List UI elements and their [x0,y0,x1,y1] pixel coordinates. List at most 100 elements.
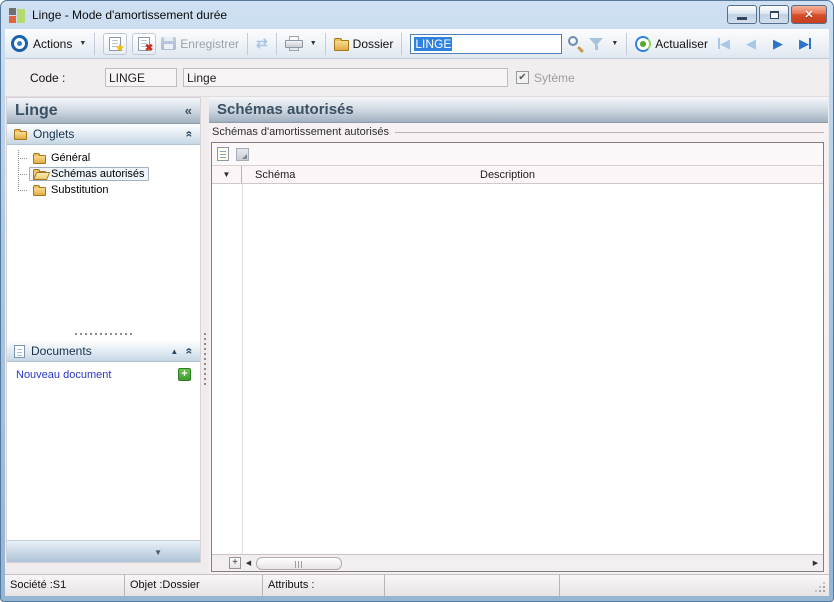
status-objet: Objet :Dossier [125,575,263,596]
status-empty-segment [560,575,829,596]
systeme-label: Sytème [534,70,575,85]
code-form-row: Code : LINGE Linge ✔ Sytème [5,59,829,97]
filter-icon[interactable] [589,37,604,50]
new-document-link[interactable]: Nouveau document [16,369,111,381]
documents-collapse-icon[interactable]: « [183,348,197,355]
new-page-star-icon: ★ [109,36,124,53]
nav-previous-button[interactable]: ◀ [740,34,762,54]
content-area: Linge « Onglets « Général Schémas autori… [5,97,829,574]
groupbox-line [394,132,824,133]
delete-item-button[interactable]: ✖ [132,32,157,55]
toolbar-separator [401,32,403,55]
scroll-right-icon[interactable]: ▶ [808,559,823,567]
actions-target-icon[interactable] [11,35,28,52]
sidebar-title-bar: Linge « [7,98,200,124]
save-button[interactable]: Enregistrer [161,37,239,51]
close-icon: ✕ [804,9,814,21]
status-societe: Société :S1 [5,575,125,596]
document-icon [14,344,25,358]
table-edit-icon[interactable] [236,147,249,161]
status-empty-segment [385,575,560,596]
filter-dropdown-icon[interactable]: ▼ [611,40,618,47]
onglets-label: Onglets [33,127,75,141]
print-button[interactable]: ▼ [284,36,317,51]
dossier-button[interactable]: Dossier [333,37,393,51]
print-dropdown-icon[interactable]: ▼ [310,40,317,47]
row-marker-icon: ▼ [222,170,231,179]
table-header-row: ▼ Schéma Description [212,165,823,184]
client-area: Actions ▼ ★ ✖ Enregistrer ⇄ ▼ Dossier LI… [5,29,829,596]
toolbar: Actions ▼ ★ ✖ Enregistrer ⇄ ▼ Dossier LI… [5,29,829,59]
row-selector-column[interactable]: ▼ [212,166,242,183]
actions-menu-button[interactable]: Actions ▼ [33,37,86,51]
vertical-splitter-grip[interactable] [204,333,207,385]
section-onglets-header[interactable]: Onglets « [7,124,200,145]
minimize-icon [737,17,747,20]
section-documents-header[interactable]: Documents ▲ « [7,341,200,362]
sidebar-title: Linge [15,101,58,119]
minimize-button[interactable] [727,5,757,24]
refresh-icon[interactable]: ⇄ [256,35,268,52]
closed-folder-icon [33,152,46,164]
titlebar[interactable]: Linge - Mode d'amortissement durée ✕ [1,1,833,28]
search-input-value: LINGE [414,36,453,51]
code-field[interactable]: LINGE [105,68,177,87]
panel-down-icon: ▼ [154,548,162,557]
main-title: Schémas autorisés [217,101,354,118]
onglets-folder-icon [14,128,27,140]
column-header-schema[interactable]: Schéma [242,169,468,181]
actions-label: Actions [33,36,73,51]
main-panel: Schémas autorisés Schémas d'amortissemen… [209,97,828,574]
close-button[interactable]: ✕ [791,5,827,24]
toolbar-separator [626,32,628,55]
new-item-button[interactable]: ★ [103,32,128,55]
refresh-data-button[interactable]: Actualiser [635,35,708,52]
save-icon [161,37,177,50]
nav-next-button[interactable]: ▶ [767,34,789,54]
tree-item-substitution[interactable]: Substitution [16,182,200,198]
search-input[interactable]: LINGE [410,33,563,54]
nav-first-button[interactable]: ◀ [713,34,735,54]
folder-icon [333,37,349,51]
open-folder-icon [33,168,46,180]
sidebar-collapse-icon[interactable]: « [185,103,192,118]
actualiser-icon [635,35,652,52]
vertical-splitter[interactable] [201,97,209,574]
add-row-button[interactable]: + [229,557,241,569]
new-document-row: Nouveau document + [7,362,200,381]
tree-item-general[interactable]: Général [16,150,200,166]
sidebar-splitter-handle[interactable] [75,332,133,335]
window-title: Linge - Mode d'amortissement durée [32,7,228,22]
table-new-row-icon[interactable] [217,147,229,161]
name-field[interactable]: Linge [183,68,508,87]
restore-button[interactable] [759,5,789,24]
table-toolbar [212,143,823,165]
scrollbar-thumb[interactable] [256,556,342,570]
scroll-left-icon[interactable]: ◀ [241,559,256,567]
documents-collapse-arrow-icon[interactable]: ▲ [170,347,178,356]
nav-last-button[interactable]: ▶ [794,34,816,54]
sidebar-bottom-bar[interactable]: ▼ [7,540,200,562]
restore-icon [769,10,779,19]
search-icon[interactable] [567,35,585,54]
onglets-collapse-icon[interactable]: « [183,131,197,138]
code-label: Code : [30,70,66,85]
nav-last-icon: ▶ [798,35,809,51]
delete-page-x-icon: ✖ [138,36,153,53]
tree-item-schemas-autorises[interactable]: Schémas autorisés [16,166,200,182]
table-body[interactable] [212,184,823,554]
main-title-bar: Schémas autorisés [209,97,828,123]
toolbar-separator [324,32,326,55]
toolbar-separator [94,32,96,55]
systeme-checkbox[interactable]: ✔ [516,71,529,84]
resize-grip[interactable] [823,590,825,592]
actualiser-label: Actualiser [655,36,708,51]
nav-previous-icon: ◀ [745,35,756,51]
add-document-button[interactable]: + [178,368,191,381]
documents-section: Documents ▲ « Nouveau document + [7,341,200,381]
groupbox-label: Schémas d'amortissement autorisés [212,126,389,138]
column-header-description[interactable]: Description [468,169,823,181]
groupbox-label-row: Schémas d'amortissement autorisés [212,126,824,138]
printer-icon [284,36,303,51]
toolbar-separator [275,32,277,55]
